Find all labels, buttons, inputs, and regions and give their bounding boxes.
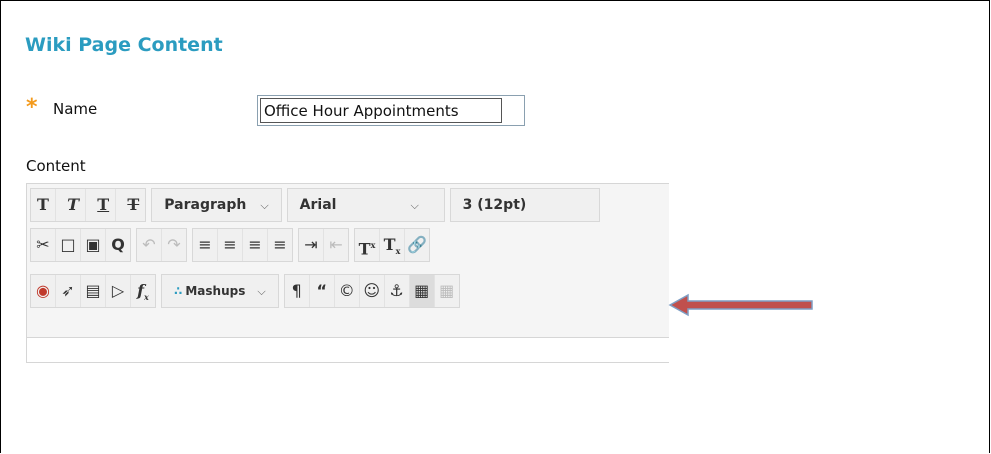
editor-content-area[interactable] [27,337,669,362]
justify-icon[interactable]: ≡ [268,229,292,261]
name-label: Name [53,100,98,118]
cut-icon[interactable]: ✂ [31,229,56,261]
paragraph-dropdown[interactable]: Paragraph ⌵ [151,188,282,222]
anchor-icon[interactable]: ⚓ [385,275,410,307]
align-right-icon[interactable]: ≡ [243,229,268,261]
insert-media-group: ◉ ➶ ▤ ▷ fx [30,274,156,308]
indent-group: ⇥ ⇤ [298,228,349,262]
mashups-dropdown[interactable]: ∴ Mashups ⌵ [161,274,279,308]
pointer-arrow-icon [668,293,813,317]
attach-icon[interactable]: ➶ [56,275,81,307]
chevron-down-icon: ⌵ [260,199,269,212]
copyright-icon[interactable]: © [335,275,360,307]
subscript-icon[interactable]: Tx [380,229,405,261]
mashups-icon: ∴ [174,284,183,298]
font-dropdown[interactable]: Arial ⌵ [286,188,445,222]
font-size-dropdown-value: 3 (12pt) [462,197,527,213]
pilcrow-icon[interactable]: ¶ [285,275,310,307]
chevron-down-icon: ⌵ [410,199,419,212]
toolbar-row-2: ✂ □ ▣ Q ↶ ↷ ≡ ≡ ≡ ≡ ⇥ ⇤ Tx Tx 🔗 [30,228,435,262]
underline-button[interactable]: T [91,189,117,221]
italic-button[interactable]: T [61,189,87,221]
insert-symbols-group: ¶ “© ☺ ⚓ ▦ ▦ [283,274,460,308]
media-icon[interactable]: ▷ [106,275,131,307]
indent-icon[interactable]: ⇥ [299,229,324,261]
text-format-group: T T T T [30,188,147,222]
font-size-dropdown[interactable]: 3 (12pt) [449,188,600,222]
chevron-down-icon: ⌵ [257,285,266,298]
record-icon[interactable]: ◉ [31,275,56,307]
outdent-icon[interactable]: ⇤ [324,229,348,261]
rich-text-editor: T T T T Paragraph ⌵ Arial ⌵ 3 (12pt) ✂ □ ▣ Q ↶ ↷… [26,183,669,363]
name-input[interactable]: Office Hour Appointments [260,98,502,123]
table-grid-icon[interactable]: ▦ [435,275,459,307]
undo-icon[interactable]: ↶ [137,229,162,261]
redo-icon[interactable]: ↷ [162,229,186,261]
section-title: Wiki Page Content [25,34,223,56]
alignment-group: ≡ ≡ ≡ ≡ [192,228,293,262]
name-input-wrapper: Office Hour Appointments [257,95,525,126]
font-dropdown-value: Arial [299,197,337,213]
required-asterisk: * [26,95,38,120]
formula-glyph: f [137,281,145,300]
align-center-icon[interactable]: ≡ [218,229,243,261]
find-icon[interactable]: Q [106,229,130,261]
paragraph-dropdown-value: Paragraph [164,197,247,213]
formula-icon[interactable]: fx [131,275,155,307]
align-left-icon[interactable]: ≡ [193,229,218,261]
paste-icon[interactable]: ▣ [81,229,106,261]
emoticon-icon[interactable]: ☺ [360,275,385,307]
mashups-label: Mashups [185,284,246,298]
undo-redo-group: ↶ ↷ [136,228,187,262]
superscript-icon[interactable]: Tx [355,229,380,261]
script-group: Tx Tx 🔗 [354,228,430,262]
link-icon[interactable]: 🔗 [405,229,429,261]
image-icon[interactable]: ▤ [81,275,106,307]
toolbar-row-3: ◉ ➶ ▤ ▷ fx ∴ Mashups ⌵ ¶ “© ☺ ⚓ ▦ ▦ [30,274,465,308]
bold-button[interactable]: T [31,189,56,221]
toolbar-row-1: T T T T Paragraph ⌵ Arial ⌵ 3 (12pt) [30,188,605,222]
clipboard-group: ✂ □ ▣ Q [30,228,131,262]
copy-icon[interactable]: □ [56,229,81,261]
content-label: Content [26,157,86,175]
strikethrough-button[interactable]: T [121,189,145,221]
quote-icon[interactable]: “ [310,275,335,307]
table-icon[interactable]: ▦ [409,275,435,307]
formula-sub: x [144,292,149,303]
